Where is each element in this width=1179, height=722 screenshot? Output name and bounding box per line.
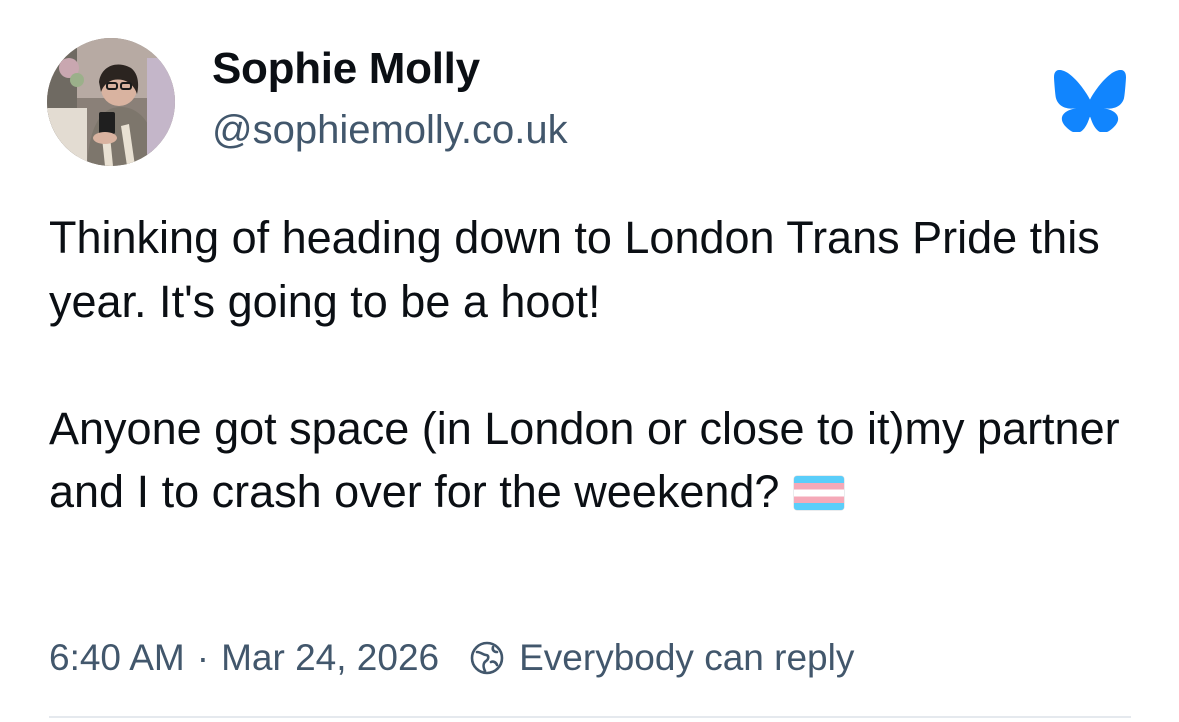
post-card: Sophie Molly @sophiemolly.co.uk Thinking… xyxy=(0,0,1179,722)
post-meta: 6:40 AM · Mar 24, 2026 Everybody can rep… xyxy=(49,634,854,682)
post-time[interactable]: 6:40 AM xyxy=(49,637,185,679)
post-paragraph: Anyone got space (in London or close to … xyxy=(49,397,1139,524)
post-date[interactable]: Mar 24, 2026 xyxy=(221,637,439,679)
globe-icon xyxy=(470,641,504,675)
reply-setting: Everybody can reply xyxy=(469,637,854,679)
profile-photo xyxy=(47,38,175,166)
avatar[interactable] xyxy=(47,38,175,166)
divider xyxy=(49,716,1131,718)
post-body: Thinking of heading down to London Trans… xyxy=(49,206,1139,524)
bluesky-butterfly-icon xyxy=(1054,69,1126,133)
meta-separator: · xyxy=(196,637,210,678)
reply-setting-label: Everybody can reply xyxy=(519,637,855,678)
post-paragraph: Thinking of heading down to London Trans… xyxy=(49,212,1100,327)
author-display-name[interactable]: Sophie Molly xyxy=(212,44,480,94)
post-paragraph-text: Anyone got space (in London or close to … xyxy=(49,402,1120,518)
transgender-flag-icon xyxy=(793,464,845,511)
author-handle[interactable]: @sophiemolly.co.uk xyxy=(212,108,568,153)
